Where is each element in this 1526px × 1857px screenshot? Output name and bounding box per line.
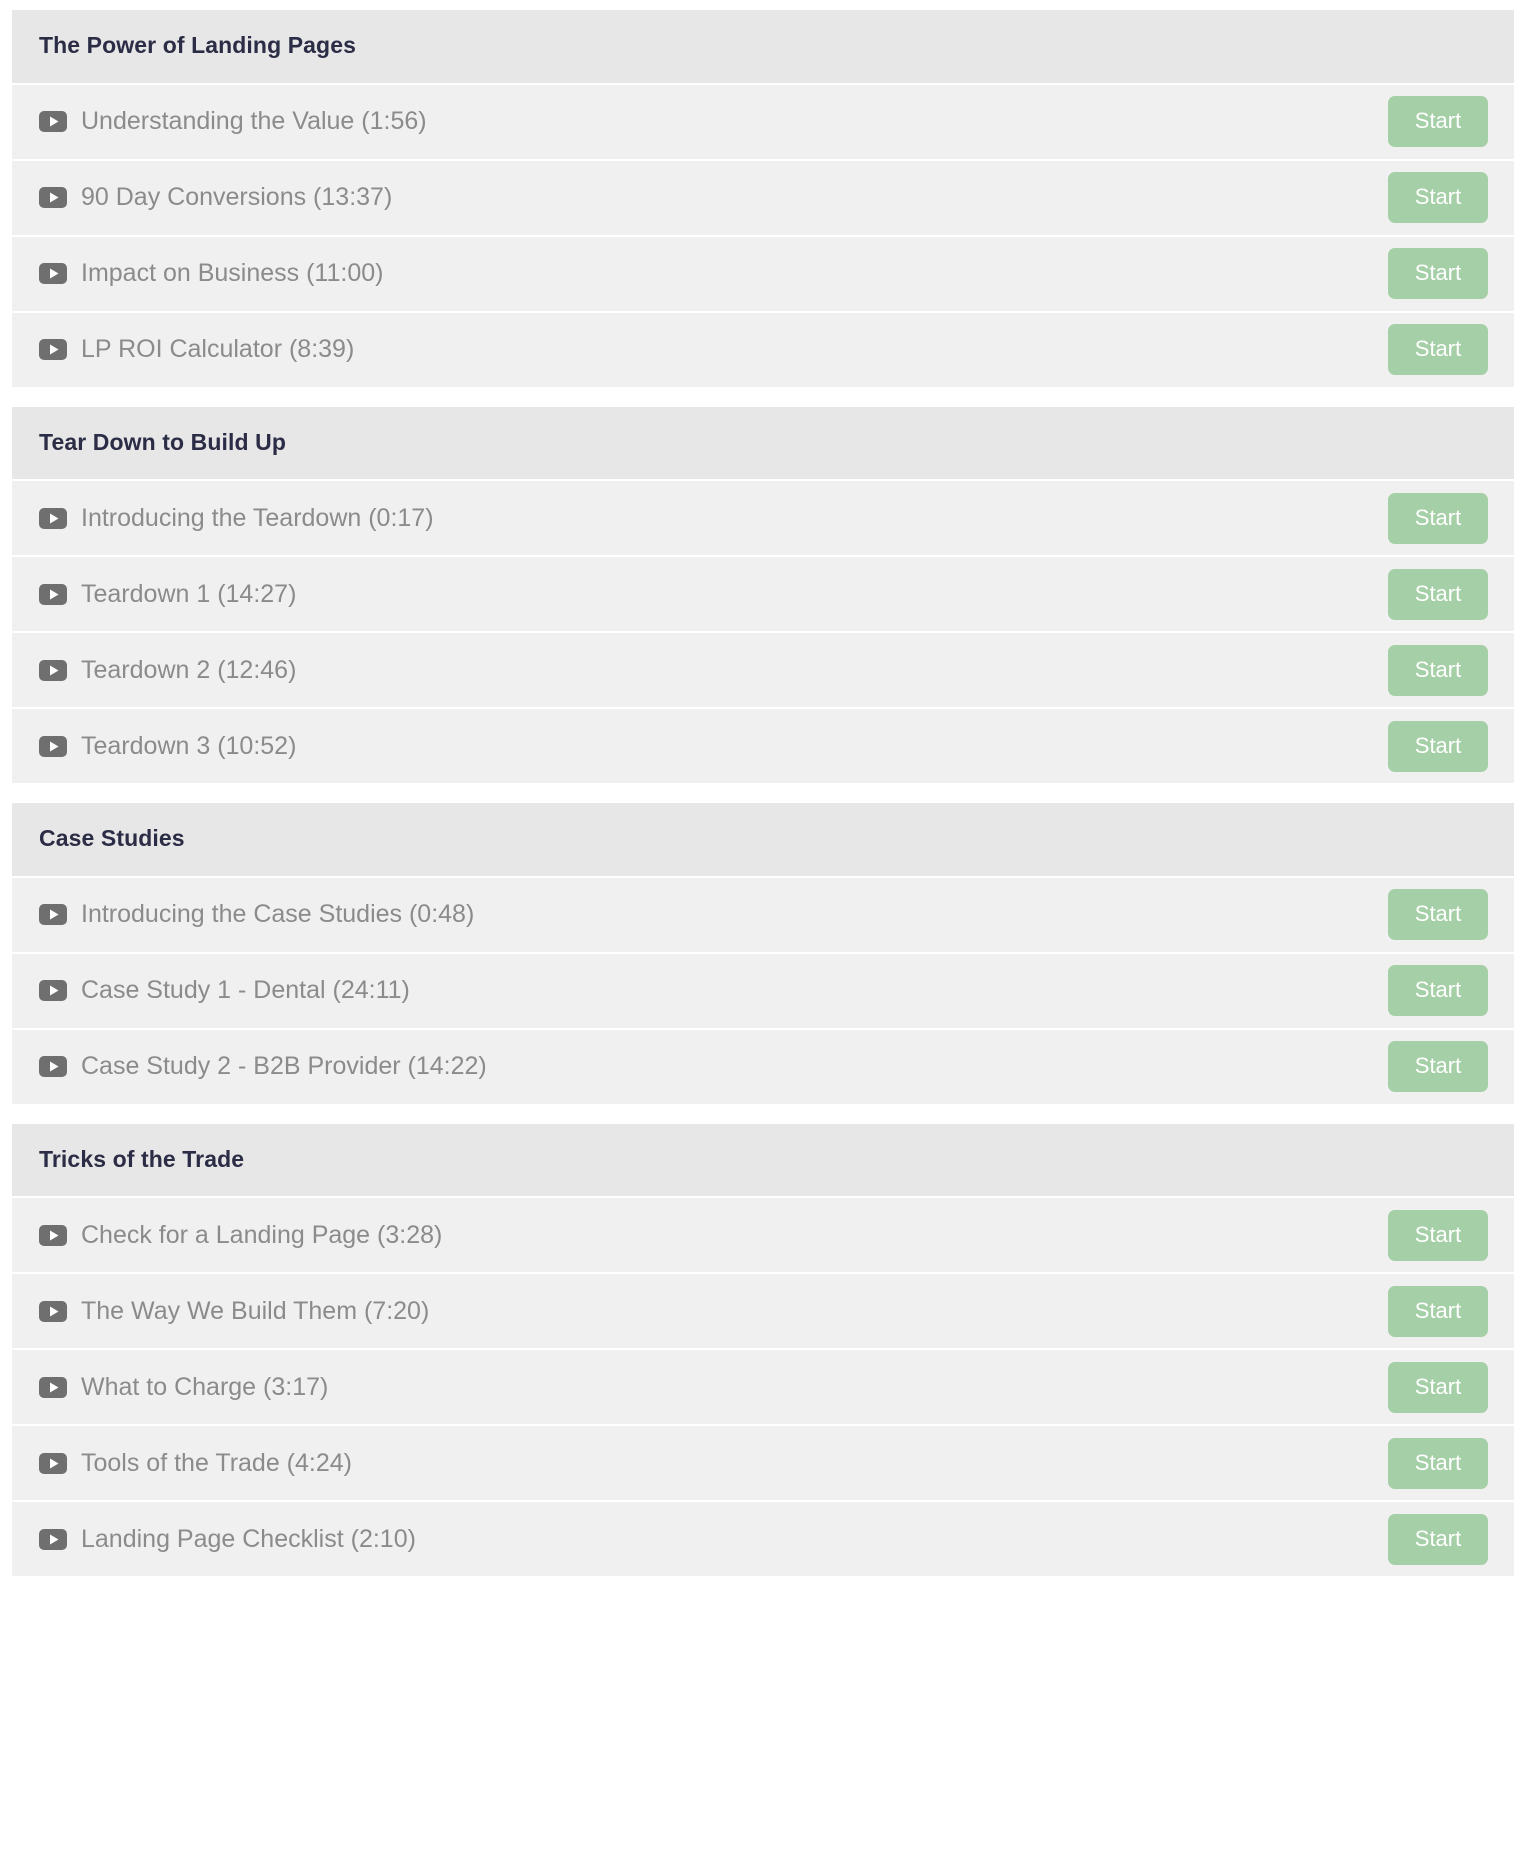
play-video-icon: [39, 1056, 67, 1078]
lesson-title: What to Charge (3:17): [81, 1372, 329, 1401]
lesson-title: The Way We Build Them (7:20): [81, 1296, 430, 1325]
lesson-info: LP ROI Calculator (8:39): [39, 334, 354, 365]
lesson-title: Landing Page Checklist (2:10): [81, 1524, 416, 1553]
lesson-title: Teardown 1 (14:27): [81, 579, 297, 608]
course-section: Tear Down to Build Up Introducing the Tea…: [12, 406, 1514, 784]
play-video-icon: [39, 583, 67, 605]
start-button[interactable]: Start: [1388, 1285, 1488, 1337]
lesson-info: Landing Page Checklist (2:10): [39, 1524, 416, 1555]
start-button[interactable]: Start: [1388, 324, 1488, 376]
lesson-title: Understanding the Value (1:56): [81, 106, 427, 135]
course-section: Tricks of the Trade Check for a Landing P…: [12, 1123, 1514, 1577]
lesson-row[interactable]: Teardown 3 (10:52) Start: [12, 707, 1514, 784]
lesson-info: Introducing the Case Studies (0:48): [39, 899, 474, 930]
start-button[interactable]: Start: [1388, 492, 1488, 544]
lesson-info: Tools of the Trade (4:24): [39, 1448, 352, 1479]
lesson-title: 90 Day Conversions (13:37): [81, 182, 393, 211]
lesson-title: Introducing the Teardown (0:17): [81, 503, 434, 532]
start-button[interactable]: Start: [1388, 889, 1488, 941]
play-video-icon: [39, 1224, 67, 1246]
lesson-row[interactable]: LP ROI Calculator (8:39) Start: [12, 310, 1514, 387]
course-curriculum: The Power of Landing Pages Understanding …: [0, 0, 1526, 1577]
lesson-info: Teardown 2 (12:46): [39, 655, 296, 686]
play-video-icon: [39, 980, 67, 1002]
play-video-icon: [39, 263, 67, 285]
play-video-icon: [39, 187, 67, 209]
lesson-info: Check for a Landing Page (3:28): [39, 1220, 442, 1251]
lesson-title: Check for a Landing Page (3:28): [81, 1220, 443, 1249]
lesson-row[interactable]: What to Charge (3:17) Start: [12, 1348, 1514, 1425]
section-title: Case Studies: [39, 825, 185, 852]
lesson-title: Case Study 2 - B2B Provider (14:22): [81, 1052, 487, 1081]
section-title: Tricks of the Trade: [39, 1145, 245, 1172]
lesson-row[interactable]: Teardown 2 (12:46) Start: [12, 631, 1514, 708]
lesson-row[interactable]: The Way We Build Them (7:20) Start: [12, 1272, 1514, 1349]
lesson-row[interactable]: Impact on Business (11:00) Start: [12, 234, 1514, 311]
start-button[interactable]: Start: [1388, 1361, 1488, 1413]
section-title: Tear Down to Build Up: [39, 428, 286, 455]
section-header: Case Studies: [12, 803, 1514, 876]
play-video-icon: [39, 735, 67, 757]
course-section: The Power of Landing Pages Understanding …: [12, 10, 1514, 387]
lesson-title: Teardown 2 (12:46): [81, 655, 297, 684]
start-button[interactable]: Start: [1388, 1209, 1488, 1261]
lesson-row[interactable]: Teardown 1 (14:27) Start: [12, 555, 1514, 632]
lesson-title: Case Study 1 - Dental (24:11): [81, 976, 410, 1005]
lesson-title: Impact on Business (11:00): [81, 258, 384, 287]
lesson-info: Teardown 3 (10:52): [39, 731, 296, 762]
section-header: The Power of Landing Pages: [12, 10, 1514, 83]
start-button[interactable]: Start: [1388, 965, 1488, 1017]
play-video-icon: [39, 1300, 67, 1322]
start-button[interactable]: Start: [1388, 1513, 1488, 1565]
start-button[interactable]: Start: [1388, 568, 1488, 620]
lesson-info: Impact on Business (11:00): [39, 258, 383, 289]
lesson-row[interactable]: Landing Page Checklist (2:10) Start: [12, 1500, 1514, 1577]
lesson-row[interactable]: Introducing the Teardown (0:17) Start: [12, 479, 1514, 556]
lesson-row[interactable]: Tools of the Trade (4:24) Start: [12, 1424, 1514, 1501]
lesson-row[interactable]: Check for a Landing Page (3:28) Start: [12, 1196, 1514, 1273]
lesson-title: Tools of the Trade (4:24): [81, 1448, 352, 1477]
start-button[interactable]: Start: [1388, 1041, 1488, 1093]
lesson-title: Teardown 3 (10:52): [81, 731, 297, 760]
lesson-row[interactable]: Case Study 2 - B2B Provider (14:22) Start: [12, 1027, 1514, 1104]
start-button[interactable]: Start: [1388, 1437, 1488, 1489]
play-video-icon: [39, 507, 67, 529]
lesson-info: Case Study 2 - B2B Provider (14:22): [39, 1051, 487, 1082]
play-video-icon: [39, 111, 67, 133]
play-video-icon: [39, 339, 67, 361]
start-button[interactable]: Start: [1388, 644, 1488, 696]
lesson-info: 90 Day Conversions (13:37): [39, 182, 392, 213]
start-button[interactable]: Start: [1388, 248, 1488, 300]
section-header: Tear Down to Build Up: [12, 406, 1514, 480]
lesson-info: What to Charge (3:17): [39, 1372, 328, 1403]
play-video-icon: [39, 904, 67, 926]
lesson-row[interactable]: Understanding the Value (1:56) Start: [12, 82, 1514, 159]
lesson-title: LP ROI Calculator (8:39): [81, 334, 355, 363]
start-button[interactable]: Start: [1388, 172, 1488, 224]
lesson-row[interactable]: Case Study 1 - Dental (24:11) Start: [12, 951, 1514, 1028]
lesson-info: The Way We Build Them (7:20): [39, 1296, 429, 1327]
start-button[interactable]: Start: [1388, 720, 1488, 772]
lesson-info: Introducing the Teardown (0:17): [39, 503, 434, 534]
lesson-info: Teardown 1 (14:27): [39, 579, 296, 610]
lesson-info: Understanding the Value (1:56): [39, 106, 427, 137]
lesson-row[interactable]: Introducing the Case Studies (0:48) Start: [12, 875, 1514, 952]
section-header: Tricks of the Trade: [12, 1123, 1514, 1197]
play-video-icon: [39, 1528, 67, 1550]
course-section: Case Studies Introducing the Case Studies…: [12, 803, 1514, 1104]
lesson-info: Case Study 1 - Dental (24:11): [39, 975, 410, 1006]
lesson-row[interactable]: 90 Day Conversions (13:37) Start: [12, 158, 1514, 235]
section-title: The Power of Landing Pages: [39, 32, 356, 58]
play-video-icon: [39, 1376, 67, 1398]
start-button[interactable]: Start: [1388, 96, 1488, 148]
play-video-icon: [39, 1452, 67, 1474]
lesson-title: Introducing the Case Studies (0:48): [81, 900, 475, 929]
play-video-icon: [39, 659, 67, 681]
